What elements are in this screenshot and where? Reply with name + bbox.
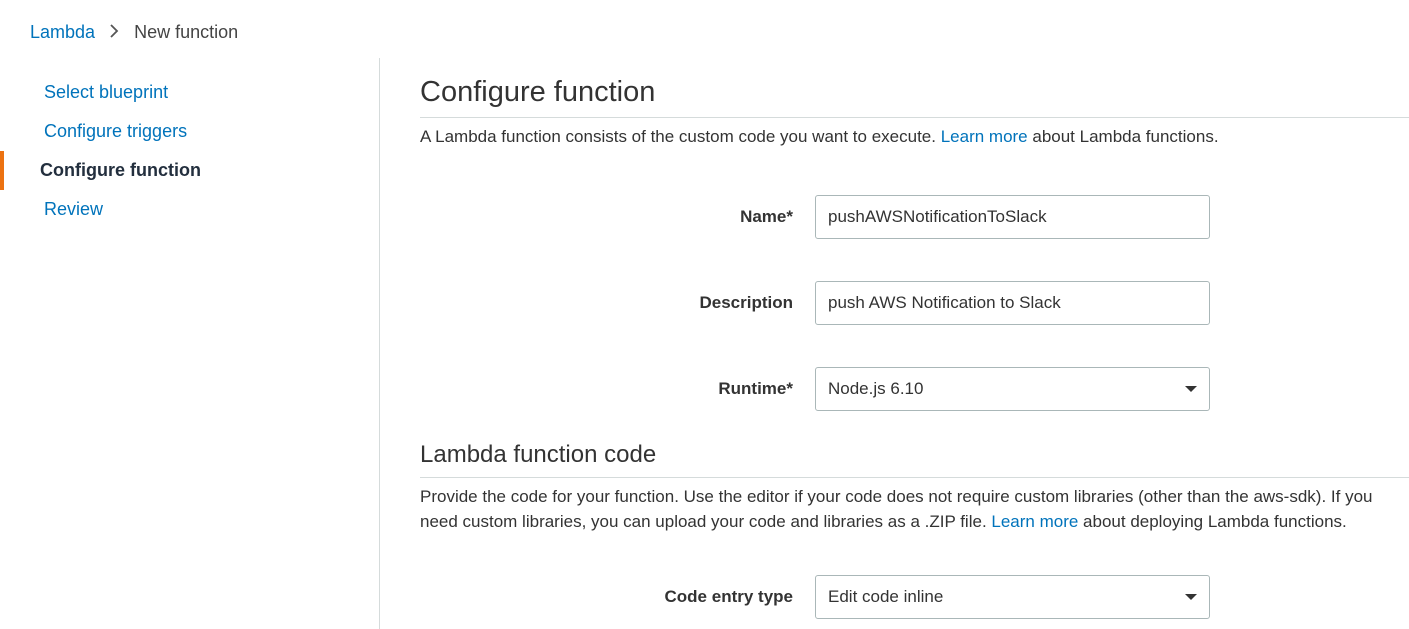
sidebar-item-select-blueprint[interactable]: Select blueprint — [0, 73, 379, 112]
section-description: A Lambda function consists of the custom… — [420, 124, 1409, 150]
runtime-select[interactable]: Node.js 6.10 — [815, 367, 1210, 411]
page-title: Configure function — [420, 76, 1409, 109]
caret-down-icon — [1185, 386, 1197, 392]
divider — [420, 477, 1409, 478]
runtime-label: Runtime* — [420, 379, 815, 399]
breadcrumb-current: New function — [134, 22, 238, 42]
code-section-title: Lambda function code — [420, 441, 1409, 469]
wizard-sidebar: Select blueprint Configure triggers Conf… — [0, 58, 380, 629]
runtime-value: Node.js 6.10 — [828, 379, 923, 399]
breadcrumb: Lambda New function — [0, 0, 1409, 58]
code-entry-type-label: Code entry type — [420, 587, 815, 607]
name-input[interactable] — [815, 195, 1210, 239]
sidebar-item-configure-function[interactable]: Configure function — [0, 151, 379, 190]
code-entry-type-value: Edit code inline — [828, 587, 943, 607]
code-desc-text-2: about deploying Lambda functions. — [1078, 512, 1346, 531]
sidebar-item-review[interactable]: Review — [0, 190, 379, 229]
name-label: Name* — [420, 207, 815, 227]
description-input[interactable] — [815, 281, 1210, 325]
breadcrumb-lambda-link[interactable]: Lambda — [30, 22, 95, 42]
description-label: Description — [420, 293, 815, 313]
learn-more-link[interactable]: Learn more — [941, 127, 1028, 146]
chevron-right-icon — [110, 22, 119, 43]
divider — [420, 117, 1409, 118]
main-content: Configure function A Lambda function con… — [380, 58, 1409, 629]
caret-down-icon — [1185, 594, 1197, 600]
desc-text-1: A Lambda function consists of the custom… — [420, 127, 941, 146]
code-entry-type-select[interactable]: Edit code inline — [815, 575, 1210, 619]
code-section-description: Provide the code for your function. Use … — [420, 484, 1409, 535]
sidebar-item-configure-triggers[interactable]: Configure triggers — [0, 112, 379, 151]
learn-more-code-link[interactable]: Learn more — [991, 512, 1078, 531]
desc-text-2: about Lambda functions. — [1028, 127, 1219, 146]
